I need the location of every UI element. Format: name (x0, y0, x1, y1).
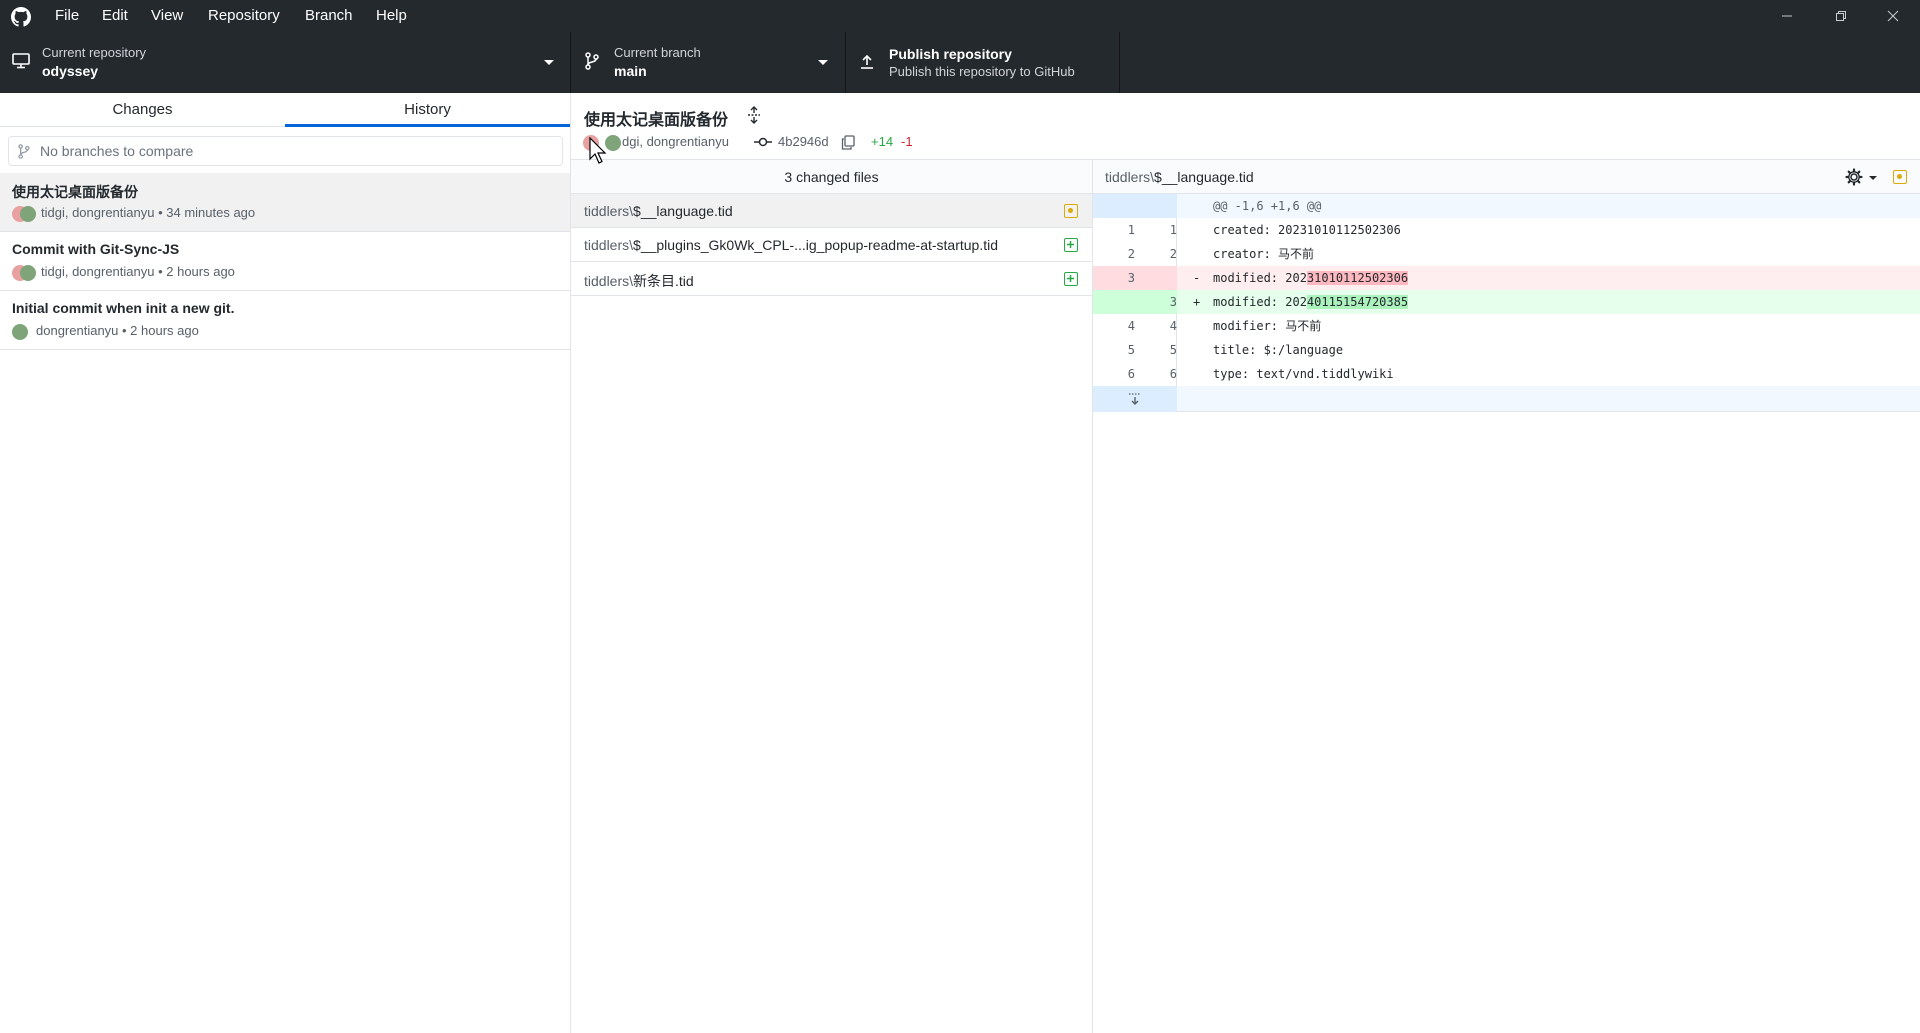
commit-title: Commit with Git-Sync-JS (12, 241, 180, 257)
commit-meta: dongrentianyu • 2 hours ago (36, 323, 199, 338)
diff-line[interactable]: 6 6 type: text/vnd.tiddlywiki (1093, 362, 1920, 386)
minimize-icon (1782, 15, 1792, 17)
compare-placeholder: No branches to compare (40, 143, 194, 159)
modified-icon (1893, 170, 1907, 184)
added-icon (1064, 272, 1078, 286)
tab-history[interactable]: History (285, 93, 570, 127)
expand-icon[interactable] (747, 106, 761, 124)
changed-files-pane: 3 changed files tiddlers\$__language.tid… (571, 93, 1093, 1033)
added-icon (1064, 238, 1078, 252)
menu-branch[interactable]: Branch (305, 7, 353, 24)
publish-subtitle: Publish this repository to GitHub (889, 64, 1075, 79)
diff-file-path: tiddlers\$__language.tid (1105, 169, 1254, 185)
repository-name: odyssey (42, 63, 99, 79)
diff-line[interactable]: 1 1 created: 20231010112502306 (1093, 218, 1920, 242)
git-commit-icon (754, 137, 772, 147)
branch-compare-input[interactable]: No branches to compare (8, 136, 563, 166)
file-path: tiddlers\新条目.tid (584, 273, 694, 289)
upload-icon (861, 54, 873, 69)
git-branch-icon (585, 52, 599, 70)
caret-down-icon (544, 60, 554, 65)
file-row[interactable]: tiddlers\$__language.tid (571, 194, 1092, 228)
menu-view[interactable]: View (151, 7, 183, 24)
branch-label: Current branch (614, 45, 701, 60)
changed-files-header: 3 changed files (571, 160, 1092, 194)
commit-list-item[interactable]: Initial commit when init a new git. dong… (0, 291, 570, 350)
repository-label: Current repository (42, 45, 147, 60)
diff-viewer: tiddlers\$__language.tid @@ -1,6 +1,6 @@ (1093, 160, 1920, 1033)
commit-sha: 4b2946d (778, 134, 829, 149)
commit-meta: tidgi, dongrentianyu • 2 hours ago (41, 264, 235, 279)
copy-icon[interactable] (841, 135, 855, 150)
github-logo-icon (11, 7, 31, 27)
computer-icon (12, 53, 30, 69)
current-branch-dropdown[interactable]: Current branch main (571, 32, 846, 93)
commit-title: Initial commit when init a new git. (12, 300, 235, 316)
modified-icon (1064, 204, 1078, 218)
publish-title: Publish repository (889, 46, 1012, 62)
close-button[interactable] (1866, 0, 1920, 32)
diff-header: tiddlers\$__language.tid (1093, 160, 1920, 194)
expand-diff-row[interactable] (1093, 386, 1920, 412)
diff-settings-button[interactable] (1845, 167, 1881, 187)
git-branch-icon (18, 144, 30, 159)
toolbar: Current repository odyssey Current branc… (0, 32, 1920, 93)
avatar (605, 135, 621, 151)
menu-file[interactable]: File (55, 7, 79, 24)
commit-summary: 使用太记桌面版备份 dgi, dongrentianyu 4b2946d +14… (571, 93, 1920, 164)
expand-down-icon[interactable] (1128, 392, 1142, 406)
commit-summary-title: 使用太记桌面版备份 (584, 112, 729, 129)
file-row[interactable]: tiddlers\$__plugins_Gk0Wk_CPL-...ig_popu… (571, 228, 1092, 262)
tab-changes[interactable]: Changes (0, 93, 285, 127)
diff-line[interactable]: 4 4 modifier: 马不前 (1093, 314, 1920, 338)
menu-edit[interactable]: Edit (102, 7, 128, 24)
publish-repository-button[interactable]: Publish repository Publish this reposito… (846, 32, 1120, 93)
sidebar: Changes History No branches to compare 使… (0, 93, 571, 1033)
file-row[interactable]: tiddlers\新条目.tid (571, 262, 1092, 296)
deletions-count: -1 (901, 134, 913, 149)
commit-title: 使用太记桌面版备份 (12, 184, 138, 200)
title-bar: File Edit View Repository Branch Help (0, 0, 1920, 32)
caret-down-icon (1869, 176, 1877, 180)
diff-line-added[interactable]: 3 + modified: 20240115154720385 (1093, 290, 1920, 314)
menu-help[interactable]: Help (376, 7, 407, 24)
close-icon (1887, 10, 1899, 22)
additions-count: +14 (871, 134, 894, 149)
caret-down-icon (818, 60, 828, 65)
avatar (20, 206, 36, 222)
diff-line-deleted[interactable]: 3 - modified: 20231010112502306 (1093, 266, 1920, 290)
diff-line[interactable]: 5 5 title: $:/language (1093, 338, 1920, 362)
file-path: tiddlers\$__plugins_Gk0Wk_CPL-...ig_popu… (584, 237, 999, 253)
minimize-button[interactable] (1760, 0, 1814, 32)
commit-list-item[interactable]: 使用太记桌面版备份 tidgi, dongrentianyu • 34 minu… (0, 173, 570, 232)
mouse-cursor-icon (589, 137, 607, 164)
branch-name: main (614, 63, 647, 79)
hunk-header: @@ -1,6 +1,6 @@ (1093, 194, 1920, 218)
file-path: tiddlers\$__language.tid (584, 203, 733, 219)
avatar (20, 265, 36, 281)
commit-list-item[interactable]: Commit with Git-Sync-JS tidgi, dongrenti… (0, 232, 570, 291)
commit-meta: tidgi, dongrentianyu • 34 minutes ago (41, 205, 256, 220)
avatar (12, 324, 28, 340)
restore-button[interactable] (1814, 0, 1868, 32)
diff-line[interactable]: 2 2 creator: 马不前 (1093, 242, 1920, 266)
restore-icon (1836, 11, 1846, 21)
current-repository-dropdown[interactable]: Current repository odyssey (0, 32, 571, 93)
gear-icon (1845, 168, 1863, 186)
menu-repository[interactable]: Repository (208, 7, 280, 24)
commit-authors: dgi, dongrentianyu (622, 134, 729, 149)
